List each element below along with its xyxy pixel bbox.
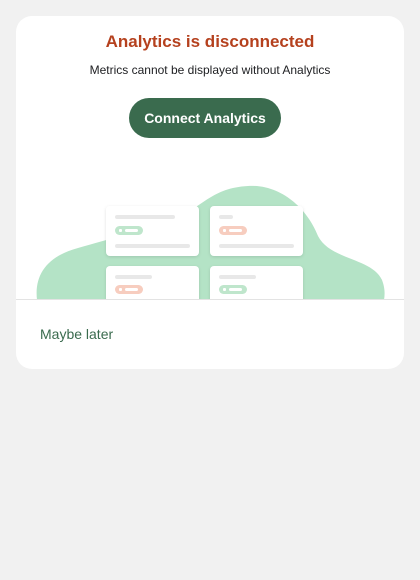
analytics-disconnected-card: Analytics is disconnected Metrics cannot… bbox=[16, 16, 404, 369]
connect-analytics-button[interactable]: Connect Analytics bbox=[129, 98, 281, 138]
metrics-cards-illustration bbox=[36, 185, 385, 300]
metric-card bbox=[210, 206, 303, 256]
metric-card bbox=[106, 266, 199, 300]
card-divider bbox=[16, 299, 404, 300]
dialog-subtitle: Metrics cannot be displayed without Anal… bbox=[89, 63, 331, 77]
maybe-later-link[interactable]: Maybe later bbox=[40, 326, 113, 342]
metric-card bbox=[210, 266, 303, 300]
dialog-title: Analytics is disconnected bbox=[105, 32, 315, 51]
metric-card bbox=[106, 206, 199, 256]
